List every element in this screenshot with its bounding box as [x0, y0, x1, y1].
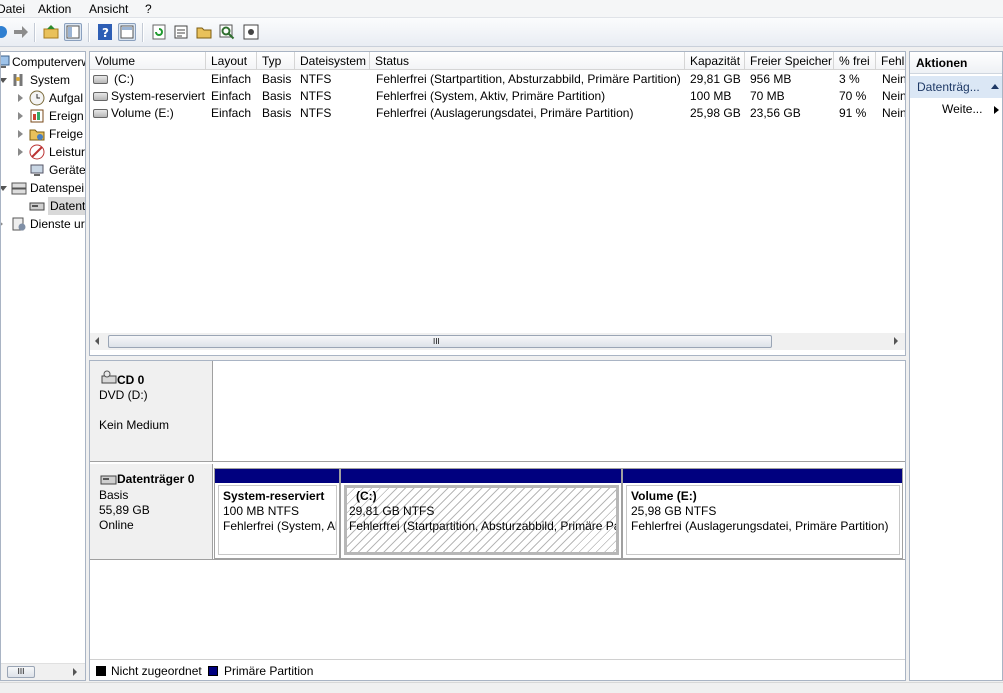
volume-drive-icon	[93, 92, 108, 101]
primary-partition-bar	[623, 469, 902, 483]
expand-arrow-icon[interactable]	[18, 94, 23, 102]
performance-icon	[29, 144, 45, 160]
actions-pane: Aktionen Datenträg... Weite...	[909, 51, 1003, 681]
column-header-fehlertoleranz[interactable]: Fehl	[876, 52, 905, 70]
partition-system-reserved[interactable]: System-reserviert 100 MB NTFS Fehlerfrei…	[214, 468, 340, 559]
settings-icon[interactable]	[242, 23, 260, 41]
menu-help[interactable]: ?	[145, 2, 152, 16]
tree-horizontal-scrollbar[interactable]: III	[1, 663, 85, 680]
disk-row-disk0[interactable]: Datenträger 0 Basis 55,89 GB Online Syst…	[90, 464, 905, 560]
computer-management-icon	[1, 54, 11, 70]
shared-folders-icon	[29, 126, 45, 142]
open-folder-icon[interactable]	[195, 23, 213, 41]
svg-text:?: ?	[102, 26, 109, 40]
expand-arrow-icon[interactable]	[18, 112, 23, 120]
partition-e[interactable]: Volume (E:) 25,98 GB NTFS Fehlerfrei (Au…	[622, 468, 903, 559]
refresh-icon[interactable]	[150, 23, 168, 41]
column-header-typ[interactable]: Typ	[257, 52, 295, 70]
submenu-arrow-icon[interactable]	[994, 106, 999, 114]
volume-drive-icon	[93, 109, 108, 118]
volume-list[interactable]: Volume Layout Typ Dateisystem Status Kap…	[89, 51, 906, 356]
column-header-volume[interactable]: Volume	[90, 52, 206, 70]
primary-partition-bar	[341, 469, 621, 483]
disk-management-icon	[29, 198, 45, 214]
services-icon	[11, 216, 27, 232]
view-icon[interactable]	[118, 23, 136, 41]
scroll-right-icon[interactable]	[73, 668, 77, 676]
disk-map[interactable]: CD 0 DVD (D:) Kein Medium Datenträger 0 …	[89, 360, 906, 681]
volume-drive-icon	[93, 75, 108, 84]
search-icon[interactable]	[218, 23, 236, 41]
status-bar	[0, 682, 1003, 693]
properties-icon[interactable]	[172, 23, 190, 41]
help-icon[interactable]: ?	[96, 23, 114, 41]
column-header-layout[interactable]: Layout	[206, 52, 257, 70]
actions-section-disk-management[interactable]: Datenträg...	[910, 76, 1002, 98]
column-header-status[interactable]: Status	[370, 52, 685, 70]
storage-icon	[11, 180, 27, 196]
disk-row-cd0[interactable]: CD 0 DVD (D:) Kein Medium	[90, 361, 905, 462]
disk-label-cd0[interactable]: CD 0 DVD (D:) Kein Medium	[90, 361, 213, 461]
scroll-right-icon[interactable]	[894, 337, 898, 345]
menu-aktion[interactable]: Aktion	[38, 2, 71, 16]
more-actions-item[interactable]: Weite...	[942, 102, 982, 116]
device-manager-icon	[29, 162, 45, 178]
up-folder-icon[interactable]	[42, 23, 60, 41]
primary-partition-bar	[215, 469, 339, 483]
expand-arrow-icon[interactable]	[1, 78, 7, 83]
cd-drive-icon	[101, 370, 117, 384]
event-viewer-icon	[29, 108, 45, 124]
disk-label-disk0[interactable]: Datenträger 0 Basis 55,89 GB Online	[90, 464, 213, 559]
actions-title: Aktionen	[910, 52, 1002, 74]
column-header-freier-speicher[interactable]: Freier Speicher	[745, 52, 834, 70]
expand-arrow-icon[interactable]	[18, 148, 23, 156]
column-header-kapazitaet[interactable]: Kapazität	[685, 52, 745, 70]
hard-disk-icon	[100, 472, 118, 486]
menu-bar: Datei Aktion Ansicht ?	[0, 0, 1003, 18]
toolbar: ?	[0, 18, 1003, 47]
legend-swatch-primary	[208, 666, 218, 676]
expand-arrow-icon[interactable]	[1, 220, 3, 228]
scroll-thumb[interactable]: III	[7, 666, 35, 678]
list-horizontal-scrollbar[interactable]: III	[90, 333, 905, 350]
expand-arrow-icon[interactable]	[18, 130, 23, 138]
system-tools-icon	[11, 72, 27, 88]
partition-c[interactable]: (C:) 29,81 GB NTFS Fehlerfrei (Startpart…	[340, 468, 622, 559]
menu-ansicht[interactable]: Ansicht	[89, 2, 128, 16]
collapse-arrow-icon[interactable]	[991, 84, 999, 89]
scroll-thumb[interactable]: III	[108, 335, 772, 348]
expand-arrow-icon[interactable]	[1, 186, 7, 191]
legend: Nicht zugeordnet Primäre Partition	[90, 659, 905, 680]
menu-datei[interactable]: Datei	[0, 2, 25, 16]
column-header-dateisystem[interactable]: Dateisystem	[295, 52, 370, 70]
scroll-left-icon[interactable]	[95, 337, 99, 345]
column-header-prozent-frei[interactable]: % frei	[834, 52, 876, 70]
task-scheduler-icon	[29, 90, 45, 106]
legend-swatch-unallocated	[96, 666, 106, 676]
console-tree[interactable]: Computerverw System Aufgal Ereign Freige…	[0, 51, 86, 681]
show-tree-icon[interactable]	[64, 23, 82, 41]
forward-icon[interactable]	[12, 23, 30, 41]
back-icon[interactable]	[0, 23, 10, 41]
